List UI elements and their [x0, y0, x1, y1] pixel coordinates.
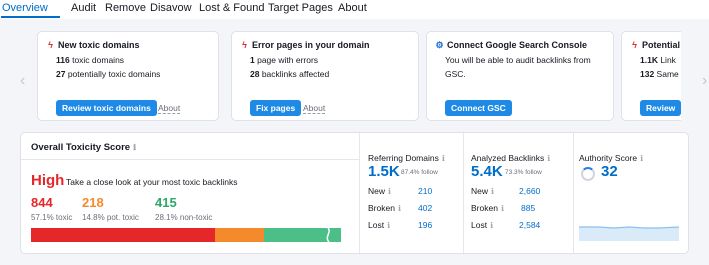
info-icon[interactable]: ℹ [133, 143, 136, 152]
card-error-pages: ϟ Error pages in your domain 1 page with … [231, 31, 419, 121]
ref-domains-label: Referring Domains [368, 153, 439, 163]
card-line: 27 potentially toxic domains [56, 69, 161, 79]
pot-toxic-percent: 14.8% pot. toxic [82, 213, 139, 222]
bolt-icon: ϟ [242, 40, 247, 50]
ref-domains-broken[interactable]: 402 [418, 203, 432, 213]
ref-domains-follow: 87.4% follow [401, 169, 438, 176]
tab-overview[interactable]: Overview [2, 2, 48, 14]
review-toxic-domains-button[interactable]: Review toxic domains [56, 100, 157, 116]
ref-domains-value[interactable]: 1.5K [368, 163, 400, 180]
toxic-bar-segment [31, 228, 215, 242]
info-icon[interactable]: ℹ [501, 204, 504, 213]
backlinks-label: Analyzed Backlinks [471, 153, 545, 163]
bolt-icon: ϟ [632, 40, 637, 50]
fix-pages-button[interactable]: Fix pages [250, 100, 302, 116]
bar-break-icon [326, 227, 330, 243]
authority-value[interactable]: 32 [601, 163, 618, 180]
ref-domains-lost[interactable]: 196 [418, 220, 432, 230]
divider [463, 133, 464, 253]
card-title: Error pages in your domain [252, 40, 370, 50]
divider [573, 133, 574, 253]
card-potential: ϟ Potential 1.1K Link 132 Same Review [621, 31, 681, 121]
review-button[interactable]: Review [640, 100, 681, 116]
tab-about[interactable]: About [338, 2, 367, 14]
info-icon[interactable]: ℹ [388, 187, 391, 196]
bolt-icon: ϟ [48, 40, 53, 50]
tab-target-pages[interactable]: Target Pages [268, 2, 333, 14]
card-line: 1.1K Link [640, 55, 676, 65]
authority-sparkline [579, 226, 679, 241]
carousel-next-icon[interactable]: › [702, 72, 707, 90]
card-line: You will be able to audit backlinks from [445, 55, 591, 65]
authority-ring-icon [581, 167, 595, 181]
active-tab-indicator [1, 16, 60, 18]
card-title: New toxic domains [58, 40, 140, 50]
info-icon[interactable]: ℹ [442, 154, 445, 163]
tab-audit[interactable]: Audit [71, 2, 96, 14]
tab-lost-found[interactable]: Lost & Found [199, 2, 264, 14]
backlinks-value[interactable]: 5.4K [471, 163, 503, 180]
info-icon[interactable]: ℹ [490, 221, 493, 230]
pot-toxic-bar-segment [215, 228, 264, 242]
backlinks-lost[interactable]: 2,584 [519, 220, 540, 230]
card-line: 132 Same [640, 69, 679, 79]
carousel-prev-icon[interactable]: ‹ [20, 72, 25, 90]
connect-gsc-button[interactable]: Connect GSC [445, 100, 512, 116]
report-tabs: Overview Audit Remove Disavow Lost & Fou… [0, 0, 709, 19]
tab-disavow[interactable]: Disavow [150, 2, 192, 14]
non-toxic-count[interactable]: 415 [155, 195, 177, 210]
gear-icon: ⚙ [435, 40, 444, 50]
ref-domains-new[interactable]: 210 [418, 186, 432, 196]
backlinks-new[interactable]: 2,660 [519, 186, 540, 196]
info-icon[interactable]: ℹ [398, 204, 401, 213]
backlinks-follow: 73.3% follow [505, 169, 542, 176]
about-link[interactable]: About [158, 103, 181, 114]
info-icon[interactable]: ℹ [547, 154, 550, 163]
toxic-percent: 57.1% toxic [31, 213, 73, 222]
backlinks-broken[interactable]: 885 [521, 203, 535, 213]
toxic-count[interactable]: 844 [31, 195, 53, 210]
toxicity-title: Overall Toxicity Score [31, 142, 131, 153]
toxicity-description: Take a close look at your most toxic bac… [66, 177, 238, 187]
non-toxic-bar-segment [264, 227, 341, 243]
card-title: Potential [642, 40, 681, 50]
card-title: Connect Google Search Console [447, 40, 588, 50]
non-toxic-percent: 28.1% non-toxic [155, 213, 213, 222]
about-link[interactable]: About [303, 103, 326, 114]
card-line: 116 toxic domains [56, 55, 125, 65]
toxicity-header: Overall Toxicity Score ℹ [21, 133, 359, 160]
card-connect-gsc: ⚙ Connect Google Search Console You will … [426, 31, 614, 121]
divider [359, 133, 360, 253]
authority-label: Authority Score [579, 153, 638, 163]
info-icon[interactable]: ℹ [491, 187, 494, 196]
card-line: 28 backlinks affected [250, 69, 330, 79]
info-icon[interactable]: ℹ [387, 221, 390, 230]
card-line: 1 page with errors [250, 55, 319, 65]
tab-remove[interactable]: Remove [105, 2, 146, 14]
card-new-toxic-domains: ϟ New toxic domains 116 toxic domains 27 … [37, 31, 219, 121]
toxicity-level: High [31, 172, 65, 189]
pot-toxic-count[interactable]: 218 [82, 195, 104, 210]
card-line: GSC. [445, 69, 466, 79]
info-icon[interactable]: ℹ [640, 154, 643, 163]
toxicity-panel: Overall Toxicity Score ℹ High Take a clos… [20, 132, 689, 254]
